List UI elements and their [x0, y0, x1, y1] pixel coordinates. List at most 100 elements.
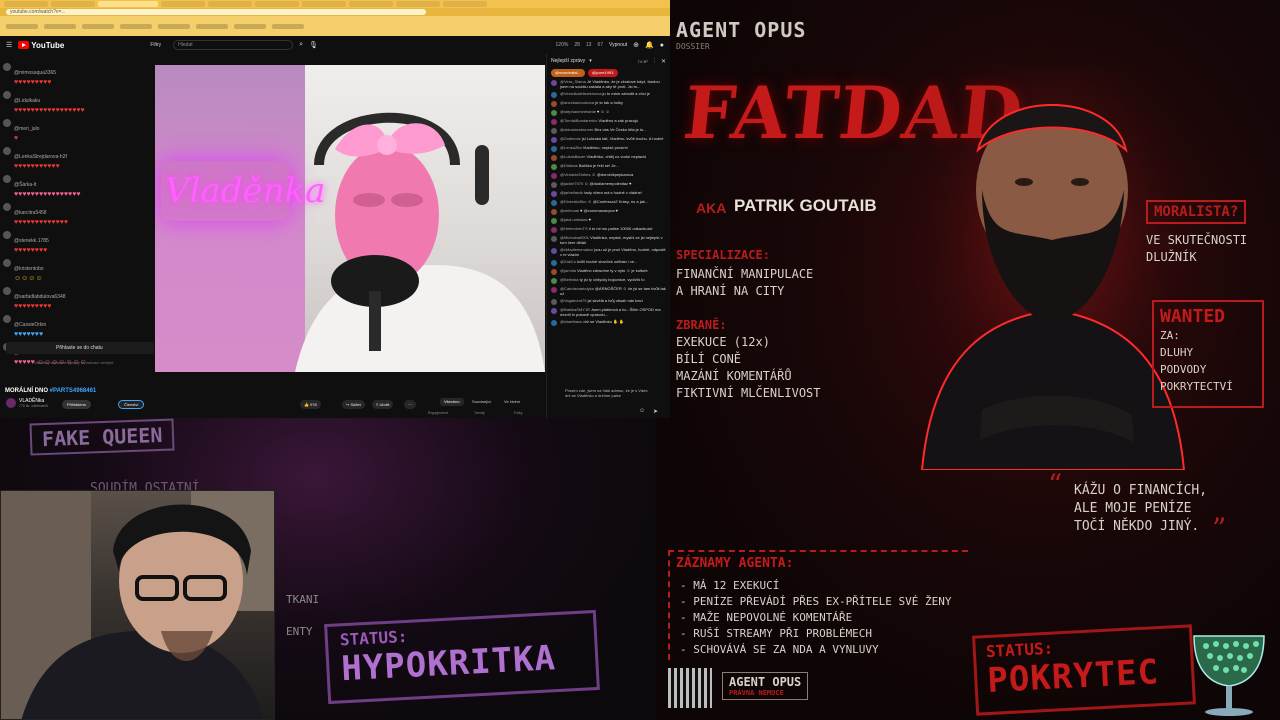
- chat-author[interactable]: @jarmila: [560, 268, 576, 273]
- join-button[interactable]: Členství: [118, 400, 145, 409]
- create-icon[interactable]: ⊕: [633, 41, 639, 49]
- chat-avatar[interactable]: [551, 200, 557, 206]
- chat-avatar[interactable]: [3, 315, 11, 323]
- chat-avatar[interactable]: [551, 155, 557, 161]
- chat-avatar[interactable]: [551, 137, 557, 143]
- chat-author[interactable]: @Šárka-lt: [14, 182, 36, 188]
- browser-tab[interactable]: [51, 1, 95, 7]
- bookmark-item[interactable]: [272, 23, 304, 29]
- send-icon[interactable]: ➤: [653, 408, 658, 415]
- chat-avatar[interactable]: [551, 248, 557, 254]
- chevron-down-icon[interactable]: ▾: [589, 58, 592, 64]
- tab-all[interactable]: Všechno: [440, 398, 464, 406]
- chat-avatar[interactable]: [551, 320, 557, 326]
- chat-author[interactable]: @jackle7970: [560, 181, 583, 186]
- video-title-hashtag[interactable]: #PARTS4968461: [50, 388, 97, 394]
- chat-author[interactable]: @HebenhenTS: [560, 226, 588, 231]
- chat-author[interactable]: @lolaetbauc: [560, 319, 582, 324]
- like-button[interactable]: 👍 978: [300, 400, 321, 409]
- tab-live[interactable]: Ve živém: [500, 398, 524, 406]
- chat-author[interactable]: @stephanmeehanie: [560, 109, 596, 114]
- chat-author[interactable]: @Cairolsmarkdyka: [560, 286, 594, 291]
- hamburger-menu-icon[interactable]: ☰: [6, 41, 12, 49]
- chat-avatar[interactable]: [551, 227, 557, 233]
- notifications-bell-icon[interactable]: 🔔: [645, 41, 654, 49]
- chat-avatar[interactable]: [551, 287, 557, 293]
- share-button[interactable]: ↪ Sdílet: [342, 400, 365, 409]
- browser-tab[interactable]: [396, 1, 440, 7]
- chat-author[interactable]: @LukasBauer: [560, 154, 585, 159]
- chat-avatar[interactable]: [551, 173, 557, 179]
- microphone-icon[interactable]: 🎙: [309, 41, 318, 49]
- chat-author[interactable]: @jarbellarvik: [560, 190, 583, 195]
- chat-avatar[interactable]: [551, 182, 557, 188]
- bookmark-item[interactable]: [44, 23, 76, 29]
- bookmark-item[interactable]: [196, 23, 228, 29]
- chat-author[interactable]: @stenekk.1785: [14, 238, 49, 244]
- bookmark-item[interactable]: [82, 23, 114, 29]
- more-actions-button[interactable]: ⋯: [404, 400, 416, 409]
- chat-avatar[interactable]: [551, 209, 557, 215]
- chat-avatar[interactable]: [3, 287, 11, 295]
- chat-author[interactable]: @karcitra5458: [14, 210, 47, 216]
- chat-avatar[interactable]: [551, 191, 557, 197]
- browser-tab[interactable]: [349, 1, 393, 7]
- more-options-icon[interactable]: ⋮: [652, 58, 657, 64]
- chat-avatar[interactable]: [3, 63, 11, 71]
- filters-button[interactable]: Filtry: [150, 42, 161, 48]
- chat-avatar[interactable]: [551, 92, 557, 98]
- chat-avatar[interactable]: [551, 269, 557, 275]
- url-input[interactable]: youtube.com/watch?v=...: [6, 9, 426, 15]
- chat-author[interactable]: @anezkanovakova: [560, 100, 594, 105]
- browser-tab-active[interactable]: [98, 1, 158, 7]
- close-icon[interactable]: ✕: [661, 58, 666, 65]
- browser-tab[interactable]: [443, 1, 487, 7]
- search-input[interactable]: Hledat: [173, 40, 294, 50]
- chat-avatar[interactable]: [551, 164, 557, 170]
- browser-tab[interactable]: [302, 1, 346, 7]
- chat-avatar[interactable]: [551, 128, 557, 134]
- chat-author[interactable]: @Vagabond79: [560, 298, 586, 303]
- chat-author[interactable]: @LenkaStrejdarova-h2f: [14, 154, 67, 160]
- chat-message-input[interactable]: Prosím zde, jsem na Vaši adresu, že je s…: [565, 388, 651, 406]
- chat-avatar[interactable]: [551, 278, 557, 284]
- chat-avatar[interactable]: [551, 308, 557, 314]
- chat-author[interactable]: @jaloLumbalac: [560, 217, 588, 222]
- save-button[interactable]: ≡ Uložit: [372, 400, 394, 409]
- chat-author[interactable]: @LenkaZita: [560, 145, 582, 150]
- pinned-donation[interactable]: @jcore1993: [587, 69, 618, 77]
- chat-author[interactable]: @ZakCo: [560, 259, 576, 264]
- chat-avatar[interactable]: [551, 299, 557, 305]
- search-icon[interactable]: ⌕: [299, 41, 303, 49]
- vypnout-button[interactable]: Vypnout: [609, 42, 627, 48]
- account-avatar-icon[interactable]: ●: [660, 42, 664, 49]
- chat-avatar[interactable]: [551, 101, 557, 107]
- chat-author[interactable]: @zelmoak: [560, 208, 579, 213]
- chat-author[interactable]: @kristentobo: [14, 266, 44, 272]
- chat-avatar[interactable]: [551, 146, 557, 152]
- chat-author[interactable]: @CassieOrkin: [14, 322, 46, 328]
- browser-tab[interactable]: [255, 1, 299, 7]
- chat-author[interactable]: @Dirkbas: [560, 163, 578, 168]
- chat-avatar[interactable]: [3, 147, 11, 155]
- browser-tab[interactable]: [161, 1, 205, 7]
- chat-author[interactable]: @mimosaqua3365: [14, 70, 56, 76]
- bookmark-item[interactable]: [234, 23, 266, 29]
- subscribe-button[interactable]: Přihlášeno: [62, 400, 91, 409]
- chat-author[interactable]: @VendulaTarbes: [560, 172, 591, 177]
- chat-author[interactable]: @oldoslavstrunner: [560, 127, 593, 132]
- chat-avatar[interactable]: [551, 110, 557, 116]
- emoji-icon[interactable]: ☺: [639, 408, 645, 414]
- chat-avatar[interactable]: [3, 91, 11, 99]
- chat-author[interactable]: @DiverzitaSko: [560, 199, 587, 204]
- browser-tab[interactable]: [208, 1, 252, 7]
- youtube-logo[interactable]: YouTube: [18, 41, 64, 50]
- chat-avatar[interactable]: [551, 236, 557, 242]
- bookmark-item[interactable]: [120, 23, 152, 29]
- video-player[interactable]: Vladěnka: [155, 65, 545, 372]
- chat-author[interactable]: @meri_julo: [14, 126, 39, 132]
- chat-avatar[interactable]: [551, 218, 557, 224]
- chat-avatar[interactable]: [3, 119, 11, 127]
- channel-avatar[interactable]: [6, 398, 16, 408]
- browser-tab[interactable]: [4, 1, 48, 7]
